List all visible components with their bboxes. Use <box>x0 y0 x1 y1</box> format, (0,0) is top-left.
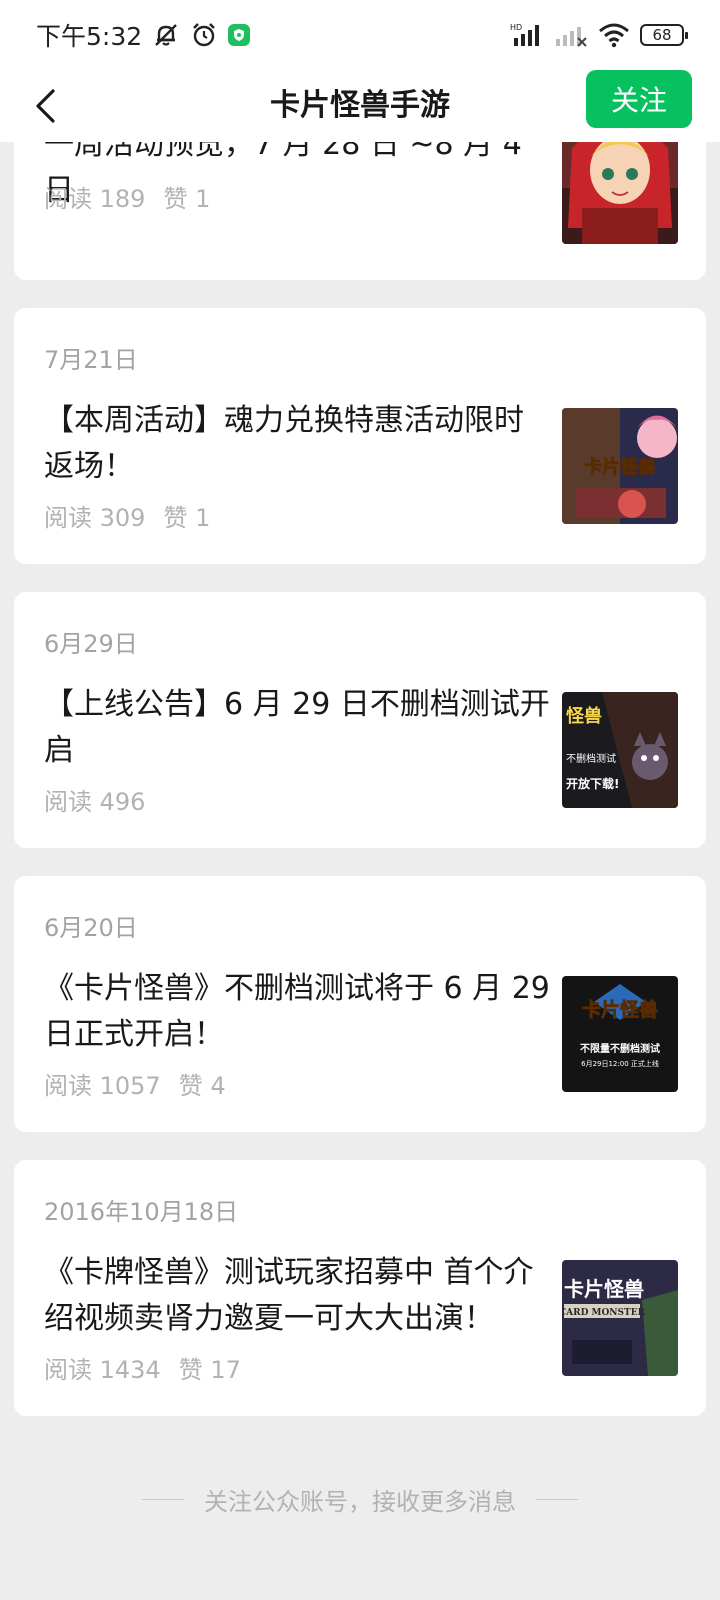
article-card[interactable]: 7月21日 【本周活动】魂力兑换特惠活动限时返场！ 阅读 309 赞 1 卡片怪兽 <box>14 308 706 564</box>
hd-signal-icon: HD <box>510 22 544 48</box>
footer-note: 关注公众账号，接收更多消息 <box>0 1482 720 1517</box>
divider-left <box>142 1499 184 1500</box>
article-date: 6月29日 <box>44 630 138 658</box>
article-meta: 阅读 496 <box>44 782 145 817</box>
article-meta: 阅读 1434 赞 17 <box>44 1350 241 1385</box>
read-count: 阅读 189 <box>44 185 146 213</box>
thumb-logo-text: 卡片怪兽 <box>584 456 656 478</box>
alarm-icon <box>190 21 218 49</box>
article-title: 《卡片怪兽》不删档测试将于 6 月 29 日正式开启！ <box>44 971 550 1052</box>
article-thumbnail: 卡片怪兽 CARD MONSTER <box>562 1260 678 1376</box>
article-card[interactable]: 2016年10月18日 《卡牌怪兽》测试玩家招募中 首个介绍视频卖肾力邀夏一可大… <box>14 1160 706 1416</box>
footer-note-text: 关注公众账号，接收更多消息 <box>204 1488 516 1516</box>
back-button[interactable] <box>20 80 70 132</box>
article-card[interactable]: 一周活动预览，7 月 28 日 ~8 月 4 日 阅读 189 赞 1 <box>14 108 706 280</box>
signal-off-icon <box>554 22 588 48</box>
thumb-caption: CARD MONSTER <box>562 1308 646 1318</box>
article-card[interactable]: 6月20日 《卡片怪兽》不删档测试将于 6 月 29 日正式开启！ 阅读 105… <box>14 876 706 1132</box>
svg-text:HD: HD <box>510 23 522 32</box>
read-count: 阅读 496 <box>44 788 146 816</box>
article-meta: 阅读 1057 赞 4 <box>44 1066 226 1101</box>
article-thumbnail: 怪兽 不删档测试 开放下载! <box>562 692 678 808</box>
thumb-caption-2: 开放下载! <box>566 776 619 791</box>
article-thumbnail: 卡片怪兽 <box>562 408 678 524</box>
article-meta: 阅读 309 赞 1 <box>44 498 210 533</box>
divider-right <box>536 1499 578 1500</box>
article-meta: 阅读 189 赞 1 <box>44 179 210 214</box>
follow-button[interactable]: 关注 <box>586 70 692 128</box>
thumb-caption-2: 6月29日12:00 正式上线 <box>581 1059 659 1068</box>
thumb-caption: 不删档测试 <box>566 752 616 765</box>
like-count: 赞 1 <box>163 504 211 532</box>
article-title: 【上线公告】6 月 29 日不删档测试开启 <box>44 687 550 768</box>
like-count: 赞 1 <box>163 185 211 213</box>
article-card[interactable]: 6月29日 【上线公告】6 月 29 日不删档测试开启 阅读 496 怪兽 不删… <box>14 592 706 848</box>
status-left: 下午5:32 <box>36 17 251 53</box>
battery-level: 68 <box>652 26 672 44</box>
status-right: HD 68 <box>510 22 688 48</box>
nav-header: 卡片怪兽手游 关注 <box>0 70 720 142</box>
article-date: 6月20日 <box>44 914 138 942</box>
article-title: 【本周活动】魂力兑换特惠活动限时返场！ <box>44 403 524 484</box>
like-count: 赞 17 <box>178 1356 241 1384</box>
thumb-logo-text: 怪兽 <box>566 705 602 727</box>
mute-icon <box>152 21 180 49</box>
article-date: 7月21日 <box>44 346 138 374</box>
battery-icon: 68 <box>640 24 688 46</box>
read-count: 阅读 309 <box>44 504 146 532</box>
like-count: 赞 4 <box>178 1072 226 1100</box>
article-thumbnail: 卡片怪兽 不限量不删档测试 6月29日12:00 正式上线 <box>562 976 678 1092</box>
thumb-logo-text: 卡片怪兽 <box>564 1277 644 1301</box>
back-chevron-icon <box>36 89 55 123</box>
thumb-logo-text: 卡片怪兽 <box>582 998 658 1021</box>
status-time: 下午5:32 <box>36 22 143 51</box>
article-date: 2016年10月18日 <box>44 1198 239 1226</box>
security-app-icon <box>228 24 251 46</box>
thumb-caption: 不限量不删档测试 <box>580 1042 660 1055</box>
article-title: 《卡牌怪兽》测试玩家招募中 首个介绍视频卖肾力邀夏一可大大出演！ <box>44 1255 534 1336</box>
status-bar: 下午5:32 HD 68 <box>0 0 720 70</box>
read-count: 阅读 1434 <box>44 1356 161 1384</box>
read-count: 阅读 1057 <box>44 1072 161 1100</box>
wifi-icon <box>598 22 630 48</box>
